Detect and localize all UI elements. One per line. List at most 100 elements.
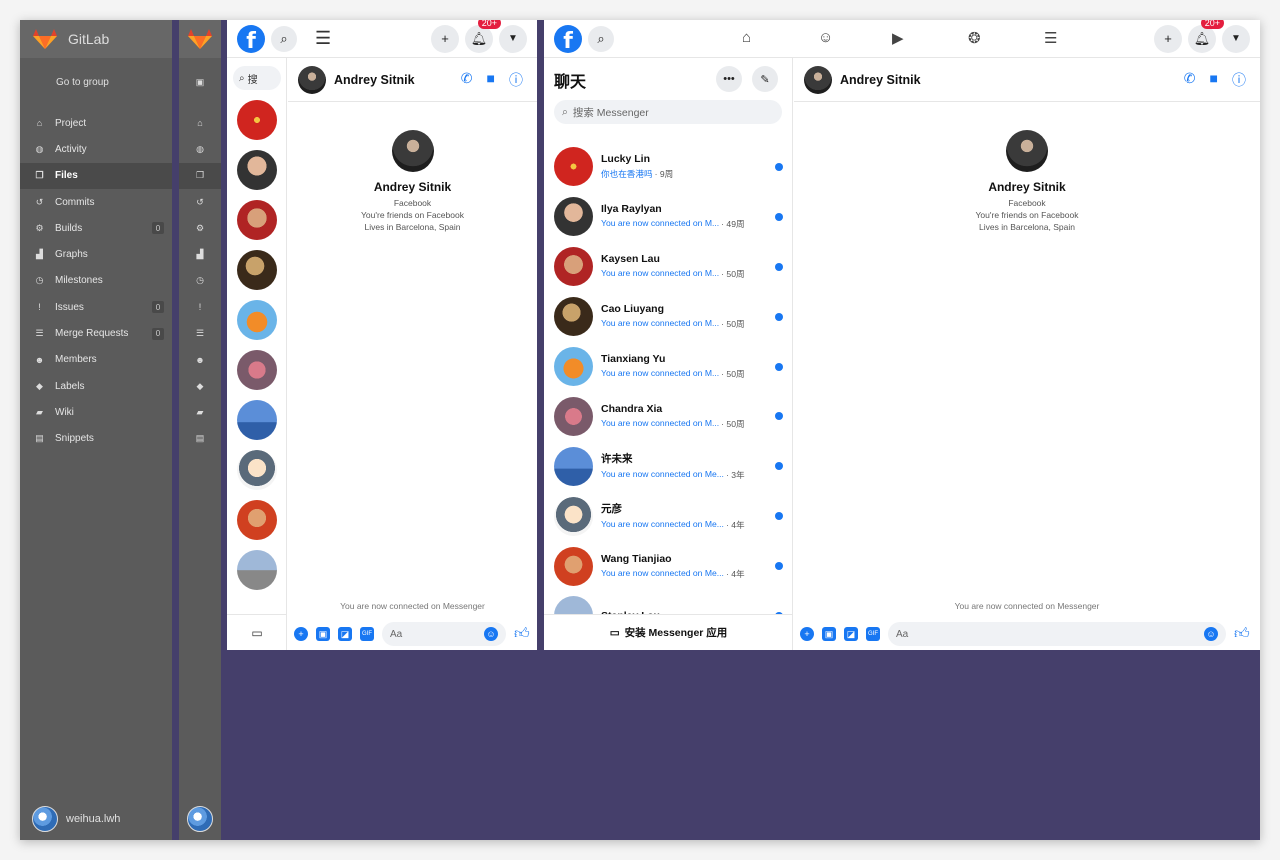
conversation-item[interactable]: 许未来 You are now connected on Me... · 3年 xyxy=(544,441,792,491)
conversation-item[interactable]: Cao Liuyang You are now connected on M...… xyxy=(544,292,792,342)
clipboard-icon[interactable]: ▤ xyxy=(179,426,221,452)
contact-avatar[interactable] xyxy=(237,100,277,140)
friends-icon[interactable]: ☺ xyxy=(818,29,833,46)
contact-avatar[interactable] xyxy=(237,500,277,540)
phone-call-icon[interactable]: ✆ xyxy=(1184,70,1196,90)
message-input[interactable]: Aa ☺ xyxy=(382,622,506,646)
notifications-bell-icon[interactable]: 🔔︎ 20+ xyxy=(1188,20,1224,53)
phone-call-icon[interactable]: ✆ xyxy=(461,70,473,90)
book-icon[interactable]: ▰ xyxy=(179,399,221,425)
install-messenger-button[interactable]: ▭ 安装 Messenger 应用 xyxy=(544,614,792,650)
search-icon[interactable]: ⌕ xyxy=(588,25,614,52)
message-input[interactable]: Aa ☺ xyxy=(888,622,1226,646)
user-avatar-mini[interactable] xyxy=(187,806,213,832)
groups-icon[interactable]: ❂ xyxy=(968,29,981,47)
more-actions-icon[interactable]: + xyxy=(294,627,308,641)
home-icon[interactable]: ⌂ xyxy=(179,110,221,136)
conversation-item[interactable]: Lucky Lin 你也在香港吗 · 9周 xyxy=(544,142,792,192)
conversation-item[interactable]: 元彦 You are now connected on Me... · 4年 xyxy=(544,491,792,541)
tags-icon[interactable]: ◆ xyxy=(179,373,221,399)
users-icon[interactable]: ☻ xyxy=(179,347,221,373)
watch-video-icon[interactable]: ▶ xyxy=(892,29,904,47)
contact-avatar[interactable] xyxy=(237,200,277,240)
nav-item-graphs[interactable]: ▟ Graphs xyxy=(20,241,172,267)
nav-item-labels[interactable]: ◆ Labels xyxy=(20,373,172,399)
chat-search-input[interactable]: ⌕ 搜 xyxy=(233,66,281,90)
create-plus-icon[interactable]: + xyxy=(1154,24,1182,53)
gitlab-logo-mini[interactable] xyxy=(179,20,221,58)
nav-item-builds[interactable]: ⚙ Builds 0 xyxy=(20,215,172,241)
messenger-search-input[interactable]: ⌕ 搜索 Messenger xyxy=(554,100,782,124)
conversation-item[interactable]: Ilya Raylyan You are now connected on M..… xyxy=(544,192,792,242)
contact-avatar[interactable] xyxy=(237,300,277,340)
profile-friends: You're friends on Facebook xyxy=(361,210,464,221)
menu-icon[interactable]: ☰ xyxy=(1044,29,1057,47)
account-dropdown-icon[interactable]: ▼ xyxy=(1222,24,1250,53)
more-actions-icon[interactable]: + xyxy=(800,627,814,641)
contact-avatar[interactable] xyxy=(298,65,326,94)
contact-name[interactable]: Andrey Sitnik xyxy=(840,73,921,87)
nav-item-issues[interactable]: ! Issues 0 xyxy=(20,294,172,320)
nav-item-commits[interactable]: ↺ Commits xyxy=(20,189,172,215)
nav-item-wiki[interactable]: ▰ Wiki xyxy=(20,399,172,425)
create-plus-icon[interactable]: + xyxy=(431,24,459,53)
area-chart-icon[interactable]: ▟ xyxy=(179,241,221,267)
conversation-item[interactable]: Tianxiang Yu You are now connected on M..… xyxy=(544,342,792,392)
photo-icon[interactable]: ▣ xyxy=(822,627,836,641)
like-thumb-icon[interactable]: 👍︎ xyxy=(1234,625,1250,643)
notifications-bell-icon[interactable]: 🔔︎ 20+ xyxy=(465,20,501,53)
contact-avatar[interactable] xyxy=(237,550,277,590)
sticker-icon[interactable]: ◪ xyxy=(338,627,352,641)
files-icon[interactable]: ❐ xyxy=(179,162,221,189)
menu-icon[interactable]: ☰ xyxy=(315,28,331,49)
gif-icon[interactable]: GIF xyxy=(866,627,880,641)
video-call-icon[interactable]: ■ xyxy=(1210,70,1218,90)
contact-avatar[interactable] xyxy=(237,350,277,390)
desktop-app-icon[interactable]: ▭ xyxy=(227,614,287,650)
photo-icon[interactable]: ▣ xyxy=(316,627,330,641)
contact-avatar[interactable] xyxy=(237,250,277,290)
gitlab-header[interactable]: GitLab xyxy=(20,20,172,58)
conversation-item[interactable]: Chandra Xia You are now connected on M...… xyxy=(544,391,792,441)
home-icon[interactable]: ⌂ xyxy=(742,29,751,46)
dashboard-icon[interactable]: ◍ xyxy=(179,136,221,162)
conversation-item[interactable]: Wang Tianjiao You are now connected on Me… xyxy=(544,541,792,591)
like-thumb-icon[interactable]: 👍︎ xyxy=(514,625,530,643)
go-to-group-link[interactable]: Go to group xyxy=(20,58,172,116)
search-icon[interactable]: ⌕ xyxy=(271,25,297,52)
connected-note: You are now connected on Messenger xyxy=(954,601,1100,611)
contact-name[interactable]: Andrey Sitnik xyxy=(334,73,415,87)
emoji-icon[interactable]: ☺ xyxy=(1204,627,1218,641)
nav-item-files[interactable]: ❐ Files xyxy=(20,162,172,189)
nav-item-merge-requests[interactable]: ☰ Merge Requests 0 xyxy=(20,320,172,346)
contact-avatar[interactable] xyxy=(237,150,277,190)
facebook-logo-icon[interactable]: f xyxy=(554,24,582,53)
sticker-icon[interactable]: ◪ xyxy=(844,627,858,641)
nav-item-project[interactable]: ⌂ Project xyxy=(20,110,172,136)
list-icon[interactable]: ☰ xyxy=(179,320,221,346)
more-options-icon[interactable]: ••• xyxy=(716,66,742,92)
go-to-group-icon[interactable]: ▣ xyxy=(179,58,221,106)
video-call-icon[interactable]: ■ xyxy=(487,70,495,90)
conversation-item[interactable]: Kaysen Lau You are now connected on M... ·… xyxy=(544,242,792,292)
cubes-icon[interactable]: ⚙ xyxy=(179,215,221,241)
emoji-icon[interactable]: ☺ xyxy=(484,627,498,641)
facebook-logo-icon[interactable]: f xyxy=(237,24,265,53)
info-icon[interactable]: ⓘ xyxy=(1232,70,1246,90)
contact-avatar[interactable] xyxy=(804,65,832,94)
clock-icon[interactable]: ◷ xyxy=(179,268,221,294)
nav-item-activity[interactable]: ◍ Activity xyxy=(20,136,172,162)
gitlab-user[interactable]: weihua.lwh xyxy=(32,806,120,832)
gif-icon[interactable]: GIF xyxy=(360,627,374,641)
nav-item-milestones[interactable]: ◷ Milestones xyxy=(20,268,172,294)
history-icon[interactable]: ↺ xyxy=(179,189,221,215)
contact-avatar[interactable] xyxy=(237,400,277,440)
contact-avatar[interactable] xyxy=(237,450,277,490)
nav-item-members[interactable]: ☻ Members xyxy=(20,347,172,373)
new-message-icon[interactable]: ✎ xyxy=(752,66,778,92)
nav-item-label: Snippets xyxy=(55,433,94,445)
info-icon[interactable]: ⓘ xyxy=(509,70,523,90)
account-dropdown-icon[interactable]: ▼ xyxy=(499,24,527,53)
nav-item-snippets[interactable]: ▤ Snippets xyxy=(20,426,172,452)
exclamation-circle-icon[interactable]: ! xyxy=(179,294,221,320)
